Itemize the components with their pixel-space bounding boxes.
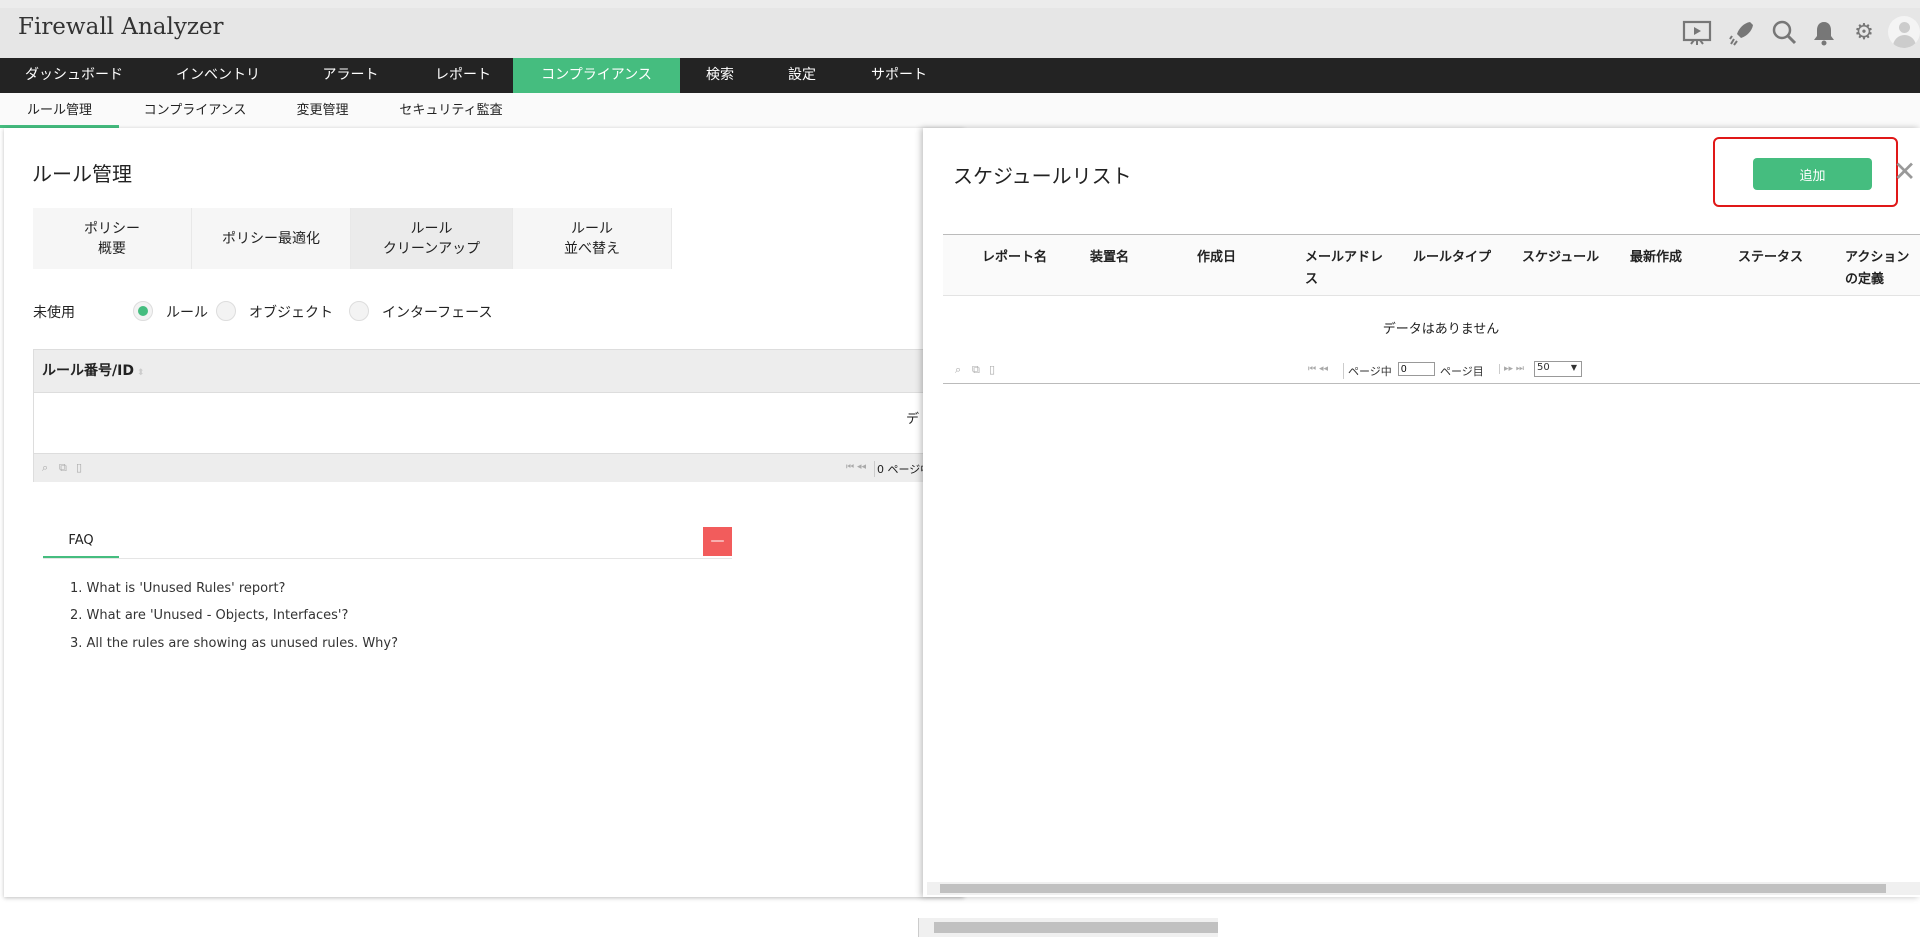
pager-label-before: ページ中	[1343, 363, 1392, 379]
faq-question[interactable]: 1. What is 'Unused Rules' report?	[70, 581, 285, 596]
user-avatar[interactable]	[1888, 16, 1920, 48]
column-rule-type[interactable]: ルールタイプ	[1413, 247, 1513, 269]
column-report-name[interactable]: レポート名	[982, 247, 1072, 269]
nav-support[interactable]: サポート	[844, 58, 954, 93]
schedule-pager: ⌕ ⧉ ▯ ⏮ ◂◂ ページ中 ページ目 ▸▸ ⏭ 50 ▼	[943, 358, 1920, 384]
column-rule-id-label: ルール番号/ID	[42, 363, 134, 379]
column-action[interactable]: アクションの定義	[1845, 247, 1920, 291]
next-last-page-icon[interactable]: ▸▸ ⏭	[1499, 364, 1524, 374]
faq-question[interactable]: 3. All the rules are showing as unused r…	[70, 636, 398, 651]
pager-label-after: ページ目	[1440, 365, 1484, 378]
faq-tab[interactable]: FAQ	[43, 528, 119, 558]
table-footer: ⌕ ⧉ ▯ ⏮ ◂◂ 0 ページ中	[34, 453, 932, 482]
radio-objects-label[interactable]: オブジェクト	[249, 302, 333, 322]
column-last-generated[interactable]: 最新作成	[1630, 247, 1720, 269]
bell-icon[interactable]	[1809, 18, 1839, 48]
copy-icon[interactable]: ⧉	[59, 461, 67, 475]
schedule-list-title: スケジュールリスト	[953, 164, 1132, 188]
main-nav: ダッシュボード インベントリ アラート レポート コンプライアンス 検索 設定 …	[0, 58, 1920, 93]
sub-nav: ルール管理 コンプライアンス 変更管理 セキュリティ監査	[0, 93, 1920, 128]
nav-settings[interactable]: 設定	[760, 58, 844, 93]
unused-label: 未使用	[33, 305, 75, 321]
subnav-compliance[interactable]: コンプライアンス	[130, 93, 260, 128]
copy-icon[interactable]: ⧉	[972, 363, 980, 377]
gear-icon[interactable]: ⚙	[1849, 18, 1879, 48]
subnav-change-management[interactable]: 変更管理	[285, 93, 360, 128]
scrollbar-thumb[interactable]	[940, 884, 1886, 893]
column-schedule[interactable]: スケジュール	[1522, 247, 1622, 269]
tab-policy-overview[interactable]: ポリシー 概要	[33, 208, 192, 269]
schedule-table-header: レポート名 装置名 作成日 メールアドレス ルールタイプ スケジュール 最新作成…	[943, 234, 1920, 296]
no-data-text: デ	[906, 412, 920, 427]
close-icon[interactable]: ✕	[1893, 155, 1916, 188]
column-email[interactable]: メールアドレス	[1305, 247, 1393, 291]
radio-interfaces[interactable]	[349, 301, 369, 321]
chevron-down-icon: ▼	[1570, 363, 1577, 372]
tab-rule-cleanup[interactable]: ルール クリーンアップ	[351, 208, 513, 269]
subnav-security-audit[interactable]: セキュリティ監査	[390, 93, 512, 128]
search-icon[interactable]: ⌕	[955, 363, 961, 377]
app-header	[0, 0, 1920, 58]
faq-collapse-button[interactable]: —	[703, 527, 732, 556]
tab-rule-reorder[interactable]: ルール 並べ替え	[513, 208, 672, 269]
column-created-date[interactable]: 作成日	[1197, 247, 1287, 269]
column-device-name[interactable]: 装置名	[1090, 247, 1180, 269]
nav-reports[interactable]: レポート	[413, 58, 513, 93]
first-prev-page-icon[interactable]: ⏮ ◂◂	[1308, 364, 1328, 374]
column-status[interactable]: ステータス	[1738, 247, 1828, 269]
add-button[interactable]: 追加	[1753, 158, 1872, 190]
nav-compliance[interactable]: コンプライアンス	[513, 58, 680, 93]
presentation-icon[interactable]	[1682, 18, 1712, 48]
rocket-icon[interactable]	[1727, 18, 1757, 48]
unused-rules-table: ルール番号/ID ⬍ デ ⌕ ⧉ ▯ ⏮ ◂◂ 0 ページ中	[33, 349, 933, 482]
faq-question[interactable]: 2. What are 'Unused - Objects, Interface…	[70, 608, 348, 623]
nav-search[interactable]: 検索	[680, 58, 760, 93]
page-title: ルール管理	[32, 162, 132, 186]
radio-rules[interactable]	[133, 301, 153, 321]
page-number-input[interactable]	[1398, 362, 1435, 376]
subnav-rule-management[interactable]: ルール管理	[0, 93, 119, 128]
sort-icon[interactable]: ⬍	[134, 368, 145, 378]
first-page-icon[interactable]: ⏮ ◂◂	[846, 462, 866, 472]
tab-policy-optimization[interactable]: ポリシー最適化	[192, 208, 351, 269]
faq-divider	[43, 558, 732, 559]
app-title: Firewall Analyzer	[18, 14, 224, 40]
bottom-scrollbar-thumb[interactable]	[934, 922, 1218, 933]
nav-dashboard[interactable]: ダッシュボード	[0, 58, 148, 93]
export-icon[interactable]: ▯	[76, 461, 82, 474]
per-page-select[interactable]: 50 ▼	[1534, 361, 1582, 377]
column-rule-id[interactable]: ルール番号/ID ⬍	[34, 350, 932, 393]
search-icon[interactable]: ⌕	[42, 461, 48, 475]
nav-inventory[interactable]: インベントリ	[148, 58, 288, 93]
no-data-text: データはありません	[1382, 322, 1500, 337]
search-icon[interactable]	[1769, 18, 1799, 48]
per-page-value: 50	[1537, 362, 1550, 373]
nav-alerts[interactable]: アラート	[288, 58, 413, 93]
radio-rules-label[interactable]: ルール	[166, 302, 208, 322]
radio-interfaces-label[interactable]: インターフェース	[382, 302, 492, 322]
export-icon[interactable]: ▯	[989, 363, 995, 376]
radio-objects[interactable]	[216, 301, 236, 321]
